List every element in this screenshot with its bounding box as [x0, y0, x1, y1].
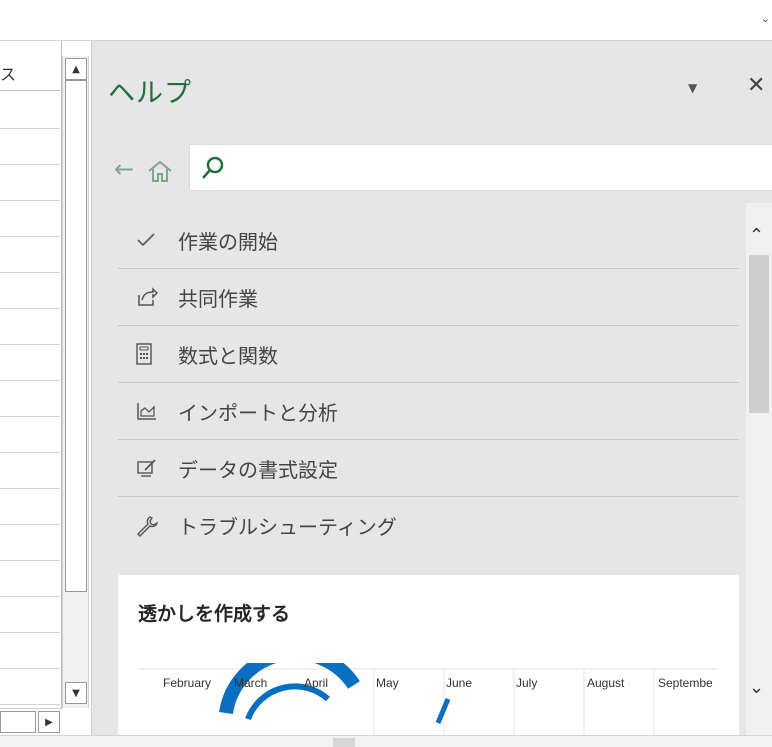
share-icon [118, 287, 178, 307]
sheet-rows[interactable] [0, 92, 60, 712]
article-card-title: 透かしを作成する [138, 603, 291, 625]
sheet-horizontal-scrollbar[interactable]: ▶ [0, 708, 62, 734]
hscroll-thumb[interactable] [0, 711, 36, 733]
help-topic-label: 共同作業 [178, 286, 258, 311]
scroll-up-button[interactable]: ▲ [65, 58, 87, 80]
chevron-down-icon[interactable]: ⌄ [749, 677, 764, 698]
help-topic-label: 数式と関数 [178, 343, 278, 368]
search-box[interactable] [189, 144, 772, 191]
spreadsheet-fragment: ス [0, 41, 62, 711]
watermark-preview-image: February March April May June July Augus… [138, 663, 718, 735]
help-pane-scrollbar[interactable]: ⌃ ⌄ [746, 203, 772, 735]
chevron-up-icon[interactable]: ⌃ [749, 225, 764, 246]
help-topic-import-analyze[interactable]: インポートと分析 [118, 383, 739, 440]
home-icon[interactable] [146, 159, 174, 183]
status-bar [0, 735, 772, 747]
row-gridline [0, 596, 60, 597]
search-icon [200, 155, 226, 181]
month-label: May [376, 676, 399, 690]
month-label: Septembe [658, 676, 713, 690]
column-header-label: ス [0, 65, 17, 84]
chevron-down-icon[interactable]: ⌄ [761, 12, 770, 25]
row-gridline [0, 560, 60, 561]
row-gridline [0, 200, 60, 201]
help-topic-troubleshooting[interactable]: トラブルシューティング [118, 497, 739, 554]
scroll-down-button[interactable]: ▼ [65, 682, 87, 704]
month-label: April [304, 676, 328, 690]
row-gridline [0, 308, 60, 309]
close-icon[interactable]: ✕ [747, 73, 765, 98]
help-topic-collaborate[interactable]: 共同作業 [118, 269, 739, 326]
row-gridline [0, 272, 60, 273]
checkmark-icon [118, 232, 178, 248]
help-topics-list: 作業の開始 共同作業 数式と関数 インポートと分析 データの書式設定 トラブルシ… [118, 212, 739, 554]
help-topic-label: データの書式設定 [178, 457, 338, 482]
row-gridline [0, 488, 60, 489]
row-gridline [0, 344, 60, 345]
column-header[interactable]: ス [0, 55, 60, 91]
help-topic-getting-started[interactable]: 作業の開始 [118, 212, 739, 269]
help-topic-label: トラブルシューティング [178, 515, 397, 539]
month-label: August [587, 676, 625, 690]
wrench-icon [118, 515, 178, 537]
format-icon [118, 458, 178, 478]
row-gridline [0, 236, 60, 237]
row-gridline [0, 452, 60, 453]
chart-icon [118, 401, 178, 421]
page-break-button[interactable] [470, 738, 492, 747]
search-input[interactable] [236, 153, 756, 183]
month-label: June [446, 676, 472, 690]
row-gridline [0, 128, 60, 129]
page-layout-button[interactable] [410, 738, 432, 747]
row-gridline [0, 668, 60, 669]
month-label: July [516, 676, 537, 690]
help-topic-formulas[interactable]: 数式と関数 [118, 326, 739, 383]
help-topic-label: 作業の開始 [178, 229, 278, 254]
top-bar: ⌄ [0, 0, 772, 41]
pane-title: ヘルプ [108, 78, 192, 109]
scroll-thumb[interactable] [749, 255, 769, 413]
month-label: March [234, 676, 267, 690]
calculator-icon [118, 343, 178, 365]
scroll-thumb[interactable] [65, 80, 87, 592]
scroll-right-button[interactable]: ▶ [38, 711, 60, 733]
row-gridline [0, 704, 60, 705]
row-gridline [0, 416, 60, 417]
sheet-vertical-scrollbar[interactable]: ▲ ▼ [62, 56, 89, 708]
pane-options-icon[interactable]: ▼ [688, 81, 697, 95]
row-gridline [0, 632, 60, 633]
row-gridline [0, 524, 60, 525]
article-card[interactable]: 透かしを作成する February March April May June J… [118, 575, 739, 735]
help-topic-label: インポートと分析 [178, 400, 338, 425]
row-gridline [0, 164, 60, 165]
row-gridline [0, 380, 60, 381]
help-topic-format-data[interactable]: データの書式設定 [118, 440, 739, 497]
month-label: February [163, 676, 211, 690]
normal-view-button[interactable] [333, 738, 355, 747]
help-pane: ヘルプ ▼ ✕ ← 作業の開始 共同作業 数式と関数 インポートと分析 データの… [91, 41, 772, 735]
arrow-left-icon[interactable]: ← [114, 157, 134, 181]
